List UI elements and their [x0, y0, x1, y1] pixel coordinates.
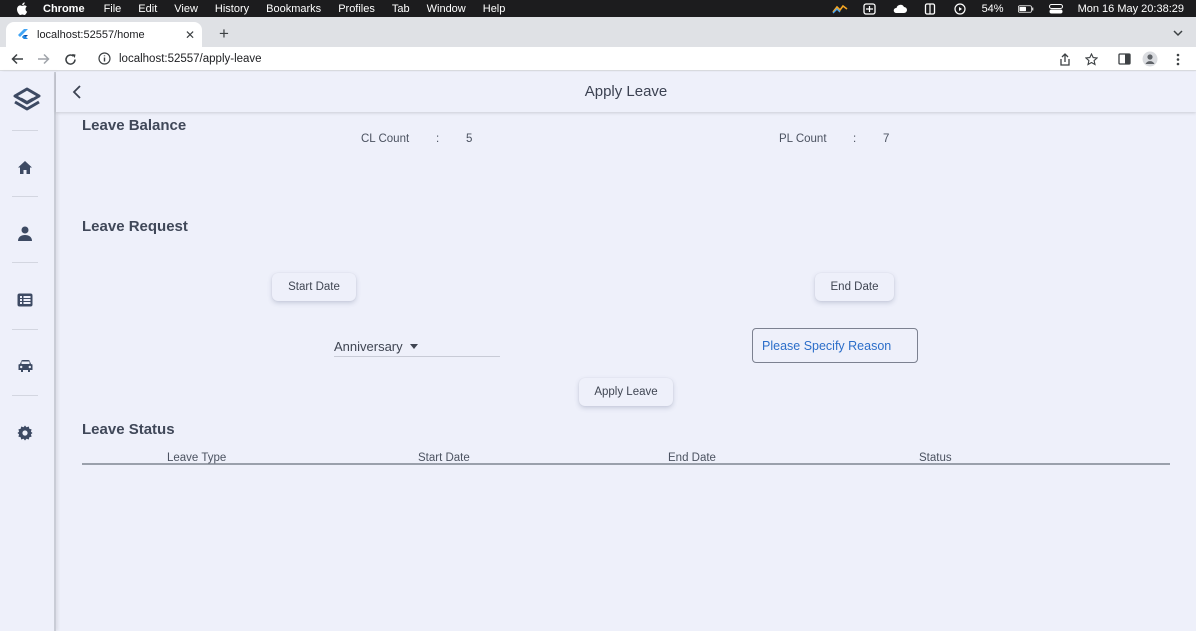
menu-help[interactable]: Help — [483, 3, 506, 15]
battery-percent: 54% — [981, 2, 1004, 15]
menu-window[interactable]: Window — [427, 3, 466, 15]
car-icon[interactable] — [14, 355, 36, 377]
person-icon[interactable] — [14, 222, 36, 244]
sidebar-divider — [12, 196, 38, 197]
menu-profiles[interactable]: Profiles — [338, 3, 375, 15]
flutter-favicon-icon — [17, 28, 29, 41]
gear-icon[interactable] — [14, 422, 36, 444]
sidebar-divider — [12, 395, 38, 396]
column-header-end-date[interactable]: End Date — [668, 452, 716, 464]
battery-icon[interactable] — [1017, 3, 1034, 15]
browser-tab[interactable]: localhost:52557/home ✕ — [6, 22, 202, 47]
app-sidebar — [0, 72, 56, 631]
tab-search-icon[interactable] — [1172, 26, 1184, 38]
cloud-icon[interactable] — [892, 3, 908, 15]
play-circle-icon[interactable] — [952, 2, 968, 15]
home-icon[interactable] — [14, 156, 36, 178]
sidebar-divider — [12, 262, 38, 263]
browser-menu-icon[interactable] — [1170, 51, 1186, 67]
apple-icon[interactable] — [15, 2, 29, 16]
url-text[interactable]: localhost:52557/apply-leave — [119, 53, 262, 65]
pl-count-separator: : — [853, 133, 857, 145]
list-icon[interactable] — [14, 289, 36, 311]
book-icon[interactable] — [922, 2, 938, 15]
app-logo-icon[interactable] — [13, 87, 41, 115]
app-bar: Apply Leave — [56, 72, 1196, 112]
menu-bookmarks[interactable]: Bookmarks — [266, 3, 321, 15]
start-date-button[interactable]: Start Date — [272, 273, 356, 301]
end-date-button[interactable]: End Date — [815, 273, 894, 301]
leave-status-heading: Leave Status — [82, 421, 175, 438]
back-arrow-icon[interactable] — [9, 51, 25, 67]
leave-balance-heading: Leave Balance — [82, 117, 187, 134]
activity-icon[interactable] — [831, 3, 848, 15]
column-header-status[interactable]: Status — [919, 452, 952, 464]
share-icon[interactable] — [1057, 51, 1073, 67]
profile-avatar-icon[interactable] — [1142, 51, 1158, 67]
menu-app-name[interactable]: Chrome — [43, 3, 85, 15]
menu-tab[interactable]: Tab — [392, 3, 410, 15]
reload-icon[interactable] — [62, 51, 78, 67]
menu-edit[interactable]: Edit — [138, 3, 157, 15]
pl-count-value: 7 — [883, 133, 890, 145]
menu-file[interactable]: File — [104, 3, 122, 15]
leave-request-heading: Leave Request — [82, 218, 188, 235]
macos-menu-bar: Chrome File Edit View History Bookmarks … — [0, 0, 1196, 17]
leave-status-table-header: Leave Type Start Date End Date Status — [82, 450, 1170, 465]
tab-title: localhost:52557/home — [37, 28, 145, 41]
pl-count-label: PL Count — [779, 133, 827, 145]
page-title: Apply Leave — [584, 83, 668, 100]
shield-app-icon[interactable] — [862, 2, 878, 15]
leave-type-selected: Anniversary — [334, 338, 403, 354]
sidebar-divider — [12, 130, 38, 131]
side-panel-icon[interactable] — [1116, 51, 1132, 67]
browser-toolbar: localhost:52557/apply-leave — [0, 47, 1196, 71]
cl-count-separator: : — [436, 133, 440, 145]
clock[interactable]: Mon 16 May 20:38:29 — [1078, 3, 1184, 15]
column-header-start-date[interactable]: Start Date — [418, 452, 470, 464]
leave-type-dropdown[interactable]: Anniversary — [334, 336, 500, 357]
address-bar[interactable]: localhost:52557/apply-leave — [90, 48, 1110, 70]
menu-view[interactable]: View — [174, 3, 198, 15]
tab-close-icon[interactable]: ✕ — [182, 28, 198, 42]
tab-strip: localhost:52557/home ✕ + — [0, 17, 1196, 47]
bookmark-star-icon[interactable] — [1083, 51, 1099, 67]
menu-history[interactable]: History — [215, 3, 249, 15]
new-tab-icon[interactable]: + — [214, 24, 234, 44]
forward-arrow-icon[interactable] — [35, 51, 51, 67]
control-center-icon[interactable] — [1048, 3, 1064, 15]
cl-count-value: 5 — [466, 133, 473, 145]
sidebar-divider — [12, 329, 38, 330]
column-header-leave-type[interactable]: Leave Type — [167, 452, 226, 464]
cl-count-label: CL Count — [361, 133, 410, 145]
reason-input[interactable] — [752, 328, 918, 363]
apply-leave-button[interactable]: Apply Leave — [579, 378, 673, 406]
site-info-icon[interactable] — [98, 52, 112, 66]
dropdown-caret-icon — [409, 343, 418, 349]
